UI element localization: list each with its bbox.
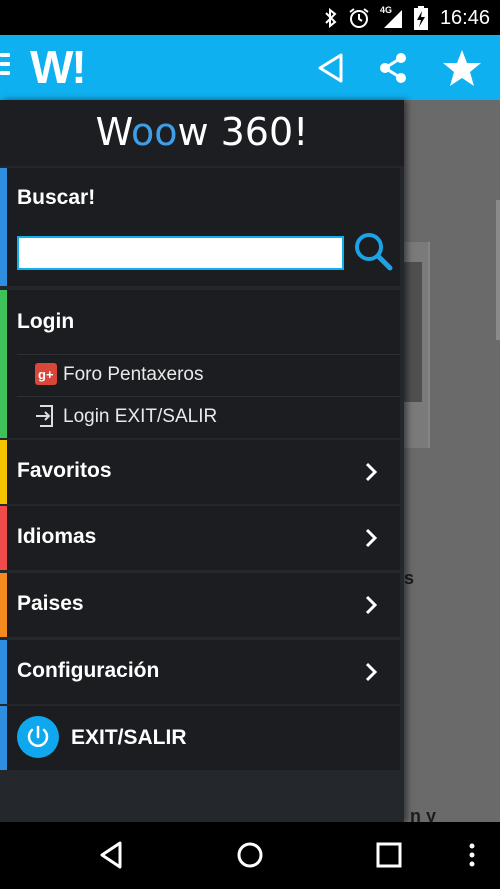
search-input[interactable] xyxy=(17,236,344,270)
status-bar: 4G 16:46 xyxy=(0,0,500,35)
list-item-label: Foro Pentaxeros xyxy=(63,364,204,385)
drawer-logo-part: w 360! xyxy=(177,110,309,154)
menu-item-configuracion[interactable]: Configuración xyxy=(0,640,400,704)
section-accent xyxy=(0,640,7,704)
chevron-right-icon xyxy=(365,462,378,482)
menu-item-label: Configuración xyxy=(17,659,160,682)
login-title[interactable]: Login xyxy=(17,310,74,334)
section-accent xyxy=(0,168,7,286)
share-icon[interactable] xyxy=(378,52,408,84)
menu-item-favoritos[interactable]: Favoritos xyxy=(0,440,400,504)
navigation-drawer: Woow 360! Buscar! Login g+ Foro Pentaxer… xyxy=(0,100,404,822)
menu-item-label: Paises xyxy=(17,592,84,615)
background-card-image xyxy=(404,262,422,402)
chevron-right-icon xyxy=(365,595,378,615)
battery-charging-icon xyxy=(413,6,428,30)
menu-item-paises[interactable]: Paises xyxy=(0,573,400,637)
chevron-right-icon xyxy=(365,528,378,548)
nav-recents-icon[interactable] xyxy=(375,840,403,870)
app-bar-actions xyxy=(316,47,482,89)
alarm-icon xyxy=(349,8,369,28)
search-title: Buscar! xyxy=(17,186,96,209)
signal-icon: 4G xyxy=(380,5,404,29)
background-card xyxy=(404,242,430,448)
hamburger-menu-icon[interactable] xyxy=(0,53,12,81)
power-icon xyxy=(17,716,59,758)
section-accent xyxy=(0,506,7,570)
nav-more-icon[interactable] xyxy=(468,840,476,870)
section-accent xyxy=(0,290,7,438)
exit-button[interactable]: EXIT/SALIR xyxy=(0,706,400,770)
star-icon[interactable] xyxy=(442,49,482,87)
app-bar: W! xyxy=(0,35,500,100)
back-triangle-icon[interactable] xyxy=(316,52,344,84)
list-item-foro-pentaxeros[interactable]: g+ Foro Pentaxeros xyxy=(17,354,400,396)
login-exit-icon xyxy=(36,405,53,427)
search-section: Buscar! xyxy=(0,168,400,286)
drawer-header: Woow 360! xyxy=(0,100,404,166)
login-section: Login g+ Foro Pentaxeros Login EXIT/SALI… xyxy=(0,290,400,438)
nav-back-icon[interactable] xyxy=(98,840,124,870)
background-scrollbar xyxy=(496,200,500,340)
menu-item-idiomas[interactable]: Idiomas xyxy=(0,506,400,570)
list-item-login-exit[interactable]: Login EXIT/SALIR xyxy=(17,396,400,438)
section-accent xyxy=(0,706,7,770)
section-accent xyxy=(0,440,7,504)
exit-label: EXIT/SALIR xyxy=(71,726,187,749)
background-text-fragment: s xyxy=(404,568,415,588)
bluetooth-icon xyxy=(325,8,337,28)
nav-home-icon[interactable] xyxy=(235,840,265,870)
menu-item-label: Idiomas xyxy=(17,525,97,548)
section-accent xyxy=(0,573,7,637)
list-item-label: Login EXIT/SALIR xyxy=(63,406,218,427)
drawer-logo-part: W xyxy=(95,110,131,154)
google-plus-icon: g+ xyxy=(35,363,57,385)
menu-item-label: Favoritos xyxy=(17,459,112,482)
system-nav-bar xyxy=(0,822,500,889)
status-time: 16:46 xyxy=(439,6,490,29)
background-content: s n y xyxy=(404,100,500,826)
app-logo[interactable]: W! xyxy=(30,35,87,100)
svg-text:g+: g+ xyxy=(38,367,54,382)
search-icon[interactable] xyxy=(352,230,394,274)
drawer-logo: Woow 360! xyxy=(0,110,404,154)
chevron-right-icon xyxy=(365,662,378,682)
status-icons: 4G 16:46 xyxy=(324,5,490,30)
drawer-logo-part: oo xyxy=(130,110,178,154)
